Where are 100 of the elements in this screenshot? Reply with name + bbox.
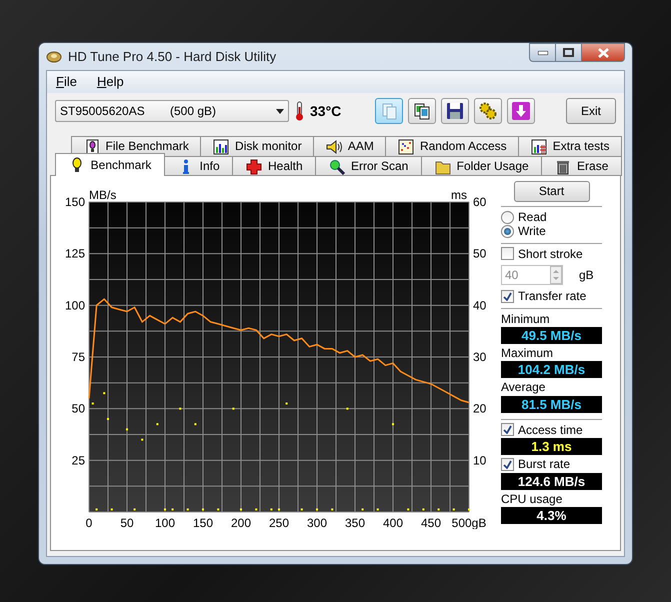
minimize-button[interactable] xyxy=(529,43,556,62)
exit-button[interactable]: Exit xyxy=(566,98,616,124)
documents-button[interactable] xyxy=(408,98,436,124)
access-time-point xyxy=(156,423,158,426)
cross-icon xyxy=(246,158,262,174)
axis-tick-label: 125 xyxy=(64,246,85,261)
axis-tick-label: 10 xyxy=(473,453,486,468)
axis-tick-label: 100 xyxy=(154,516,176,529)
access-time-point xyxy=(103,392,106,394)
copy-button[interactable] xyxy=(375,98,403,124)
access-time-point xyxy=(407,508,410,510)
axis-tick-label: 30 xyxy=(473,350,486,364)
axis-tick-label: 75 xyxy=(72,350,85,364)
access-time-point xyxy=(96,508,98,510)
checkmark-icon xyxy=(503,425,512,434)
access-time-point xyxy=(376,508,379,510)
close-button[interactable] xyxy=(582,43,625,62)
access-time-point xyxy=(255,508,258,510)
maximize-icon xyxy=(563,48,574,57)
axis-tick-label: 0 xyxy=(86,516,92,529)
close-icon xyxy=(598,48,608,58)
readout-label: Minimum xyxy=(501,312,551,326)
maximize-button[interactable] xyxy=(556,43,582,62)
access-time-point xyxy=(300,508,303,510)
axis-tick-label: 20 xyxy=(473,402,486,416)
readout-value: 81.5 MB/s xyxy=(501,396,602,413)
radio-button[interactable] xyxy=(501,225,514,238)
readout-value: 49.5 MB/s xyxy=(501,326,602,344)
checkbox[interactable] xyxy=(501,423,514,436)
tab[interactable]: Error Scan xyxy=(315,156,422,176)
tab[interactable]: Erase xyxy=(541,156,622,176)
access-time-point xyxy=(331,508,334,510)
disk-icon xyxy=(46,50,62,64)
axis-tick-label: 40 xyxy=(473,298,486,312)
document-icon xyxy=(84,138,100,154)
tab[interactable]: Health xyxy=(232,156,316,176)
access-time-point xyxy=(346,408,348,410)
axis-tick-label: 300 xyxy=(306,516,328,529)
download-button[interactable] xyxy=(507,98,535,124)
tab[interactable]: Folder Usage xyxy=(421,156,542,176)
documents-icon xyxy=(413,102,431,120)
axis-tick-label: 50 xyxy=(120,516,134,529)
unit-label: gB xyxy=(579,268,594,282)
checkbox[interactable] xyxy=(501,458,514,471)
menu-item[interactable]: Help xyxy=(96,74,124,90)
axis-tick-label: 25 xyxy=(72,453,85,468)
axis-tick-label: 450 xyxy=(420,516,442,529)
thermometer-icon xyxy=(295,101,304,121)
readout-label: CPU usage xyxy=(501,492,564,506)
axis-tick-label: 200 xyxy=(230,516,252,529)
readout-value: 104.2 MB/s xyxy=(501,361,602,378)
readout-label: Maximum xyxy=(501,346,554,360)
tab[interactable]: Info xyxy=(164,156,234,176)
readout-label: Average xyxy=(501,380,546,395)
tab[interactable]: AAM xyxy=(313,136,386,156)
checkbox-label: Burst rate xyxy=(518,457,570,472)
access-time-point xyxy=(217,508,220,510)
window-title: HD Tune Pro 4.50 - Hard Disk Utility xyxy=(68,48,276,64)
checkbox[interactable] xyxy=(501,290,514,303)
tab[interactable]: Disk monitor xyxy=(200,136,314,156)
tab[interactable]: Random Access xyxy=(385,136,520,156)
access-time-point xyxy=(186,508,189,510)
scatter-chart-icon xyxy=(398,138,414,154)
axis-title: ms xyxy=(451,188,467,202)
radio-label: Write xyxy=(518,224,546,239)
minimize-icon xyxy=(538,50,548,54)
access-time-point xyxy=(362,508,364,510)
temperature-reading: 33°C xyxy=(310,102,342,120)
magnifier-icon xyxy=(329,158,345,174)
axis-title: MB/s xyxy=(89,188,116,202)
axis-tick-label: 350 xyxy=(344,516,366,529)
readout-value: 4.3% xyxy=(501,506,602,524)
access-time-point xyxy=(438,508,440,510)
checkbox-label: Transfer rate xyxy=(518,289,586,304)
checkbox-label: Access time xyxy=(518,422,583,438)
save-button[interactable] xyxy=(441,98,469,124)
start-button[interactable]: Start xyxy=(514,181,590,202)
settings-button[interactable] xyxy=(474,98,502,124)
drive-dropdown[interactable]: ST95005620AS (500 gB) xyxy=(55,100,289,122)
access-time-point xyxy=(179,408,182,410)
access-time-point xyxy=(110,508,113,510)
gears-icon xyxy=(479,102,497,120)
tab[interactable]: Extra tests xyxy=(518,136,622,156)
access-time-point xyxy=(452,508,455,510)
readout-value: 124.6 MB/s xyxy=(501,472,602,490)
radio-button[interactable] xyxy=(501,210,514,224)
access-time-point xyxy=(134,508,136,510)
speaker-icon xyxy=(326,138,342,154)
tab[interactable]: Benchmark xyxy=(55,153,166,176)
checkbox-label: Short stroke xyxy=(518,246,583,262)
copy-icon xyxy=(380,102,398,120)
access-time-point xyxy=(141,438,144,441)
access-time-point xyxy=(194,423,196,426)
access-time-point xyxy=(422,508,424,510)
axis-tick-label: 400 xyxy=(382,516,404,529)
dropdown-arrow-icon xyxy=(276,108,284,114)
radio-label: Read xyxy=(518,210,547,224)
readout-value: 1.3 ms xyxy=(501,438,602,456)
axis-tick-label: 250 xyxy=(268,516,290,529)
menu-item[interactable]: File xyxy=(56,74,77,90)
